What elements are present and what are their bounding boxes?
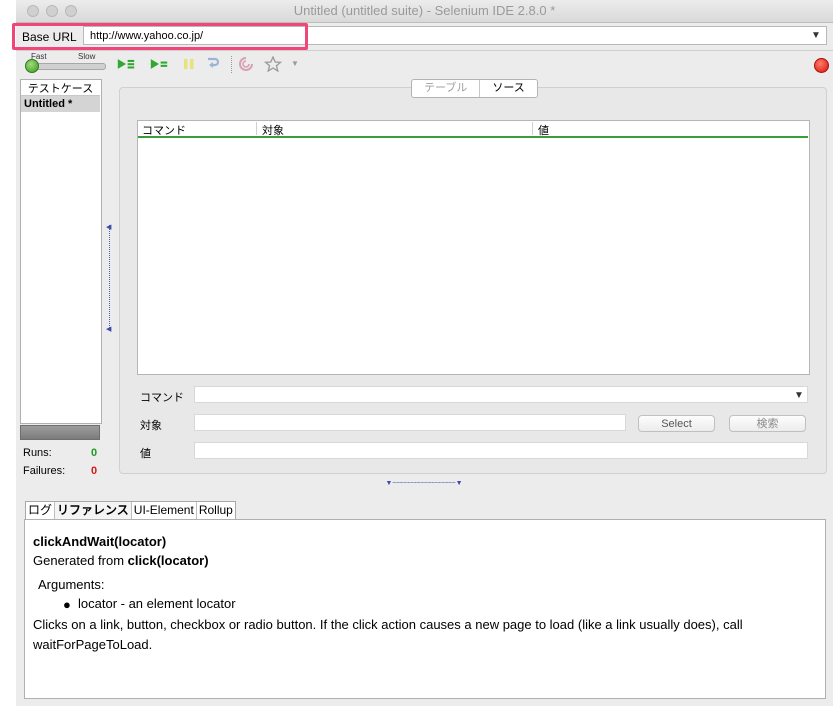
failures-label: Failures: <box>23 465 66 477</box>
pause-icon[interactable] <box>180 56 198 72</box>
speed-slow-label: Slow <box>78 52 96 61</box>
command-field-label: コマンド <box>140 392 184 404</box>
command-input[interactable] <box>194 386 808 403</box>
toolbar-separator <box>231 56 233 73</box>
toolbar <box>16 51 833 78</box>
tab-source[interactable]: ソース <box>480 80 537 97</box>
collapse-left-icon[interactable]: ◀ <box>106 325 111 333</box>
test-case-header: テストケース <box>21 80 100 96</box>
column-header-target: 対象 <box>262 125 284 137</box>
value-input[interactable] <box>194 442 808 459</box>
generated-from-command: click(locator) <box>127 553 209 568</box>
favorite-star-icon[interactable] <box>264 56 282 72</box>
reference-description: Clicks on a link, button, checkbox or ra… <box>33 617 743 652</box>
editor-tab-group: テーブル ソース <box>411 79 538 98</box>
speed-slider-handle[interactable] <box>25 59 39 73</box>
runs-value: 0 <box>91 447 98 459</box>
horizontal-splitter[interactable]: ▼┄┄┄┄┄┄┄┄┄┄┄┄┄┄┄▼ <box>371 479 477 487</box>
arguments-heading: Arguments: <box>38 577 105 592</box>
record-button[interactable] <box>814 58 829 73</box>
play-test-icon[interactable] <box>150 56 168 72</box>
collapse-left-icon[interactable]: ◀ <box>106 223 111 231</box>
bottom-tab-group: ログ リファレンス UI-Element Rollup <box>25 501 236 520</box>
window-title: Untitled (untitled suite) - Selenium IDE… <box>293 3 556 18</box>
speed-slider[interactable] <box>28 63 106 70</box>
tab-ui-element[interactable]: UI-Element <box>132 502 197 519</box>
play-suite-icon[interactable] <box>117 56 135 72</box>
command-table[interactable] <box>137 120 810 375</box>
tab-log[interactable]: ログ <box>26 502 56 519</box>
column-header-value: 値 <box>538 125 549 137</box>
value-field-label: 値 <box>140 448 151 460</box>
column-divider <box>256 122 257 135</box>
progress-bar <box>20 425 100 440</box>
command-dropdown-icon[interactable]: ▼ <box>794 390 804 401</box>
bullet-icon: ● <box>63 597 71 612</box>
command-table-header: コマンド 対象 値 <box>138 121 808 138</box>
failures-value: 0 <box>91 465 98 477</box>
tab-reference[interactable]: リファレンス <box>55 502 132 519</box>
annotation-highlight-box <box>12 23 308 50</box>
vertical-splitter[interactable] <box>109 225 112 330</box>
test-case-panel <box>20 79 102 424</box>
favorite-dropdown-icon[interactable]: ▼ <box>291 59 299 68</box>
select-button[interactable]: Select <box>638 415 715 432</box>
rollup-icon[interactable] <box>237 56 255 72</box>
tab-rollup[interactable]: Rollup <box>197 502 235 519</box>
target-input[interactable] <box>194 414 626 431</box>
column-divider <box>532 122 533 135</box>
find-button[interactable]: 検索 <box>729 415 806 432</box>
tab-table[interactable]: テーブル <box>412 80 481 97</box>
reference-title: clickAndWait(locator) <box>33 534 167 549</box>
test-case-item[interactable]: Untitled * <box>21 96 100 112</box>
reference-generated-from: Generated from click(locator) <box>33 553 209 568</box>
column-header-command: コマンド <box>142 125 186 137</box>
target-field-label: 対象 <box>140 420 162 432</box>
argument-item: locator - an element locator <box>78 596 236 611</box>
base-url-dropdown-icon[interactable]: ▼ <box>811 30 821 41</box>
generated-from-label: Generated from <box>33 553 128 568</box>
runs-label: Runs: <box>23 447 52 459</box>
step-icon[interactable] <box>204 56 222 72</box>
